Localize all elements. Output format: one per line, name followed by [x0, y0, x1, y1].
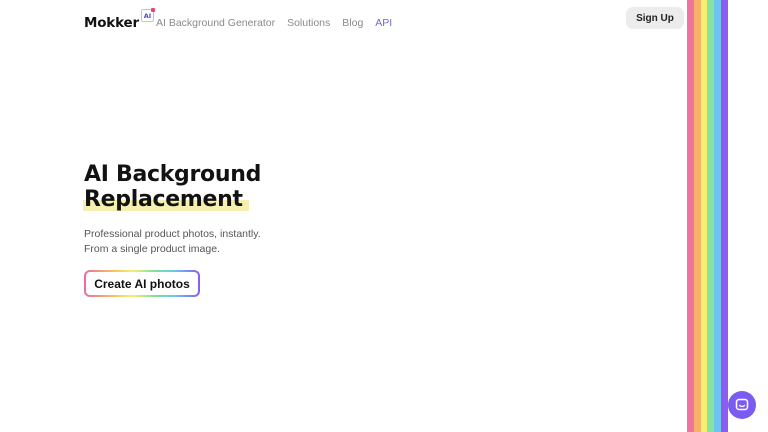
stripe-blue [714, 0, 722, 432]
stripe-purple [721, 0, 728, 432]
create-ai-photos-button[interactable]: Create AI photos [84, 270, 200, 297]
logo[interactable]: Mokker AI [84, 8, 155, 33]
rainbow-stripes [687, 0, 728, 432]
logo-wordmark: Mokker [84, 15, 139, 31]
hero-subtitle-line-2: From a single product image. [84, 242, 220, 255]
sign-up-button[interactable]: Sign Up [626, 7, 684, 29]
hero-subtitle-line-1: Professional product photos, instantly. [84, 228, 261, 240]
main-nav: AI Background Generator Solutions Blog A… [156, 17, 392, 29]
stripe-green [707, 0, 715, 432]
nav-ai-background-generator[interactable]: AI Background Generator [156, 17, 275, 29]
cta-label: Create AI photos [86, 272, 198, 295]
nav-api[interactable]: API [375, 17, 392, 29]
hero-section: AI Background Replacement Professional p… [83, 162, 484, 256]
stripe-pink [687, 0, 694, 432]
hero-title-line-1: AI Background [84, 162, 262, 187]
logo-ai-badge: AI [140, 8, 155, 22]
chat-bubble-icon [735, 398, 749, 411]
stripe-yellow [700, 0, 708, 432]
hero-title: AI Background Replacement [83, 162, 484, 212]
site-header: Mokker AI AI Background Generator Soluti… [0, 0, 768, 48]
chat-launcher-button[interactable] [728, 391, 756, 419]
stripe-orange [693, 0, 701, 432]
nav-solutions[interactable]: Solutions [287, 17, 330, 29]
hero-subtitle: Professional product photos, instantly. … [84, 227, 484, 256]
hero-title-highlight: Replacement [83, 187, 249, 212]
nav-blog[interactable]: Blog [342, 17, 363, 29]
